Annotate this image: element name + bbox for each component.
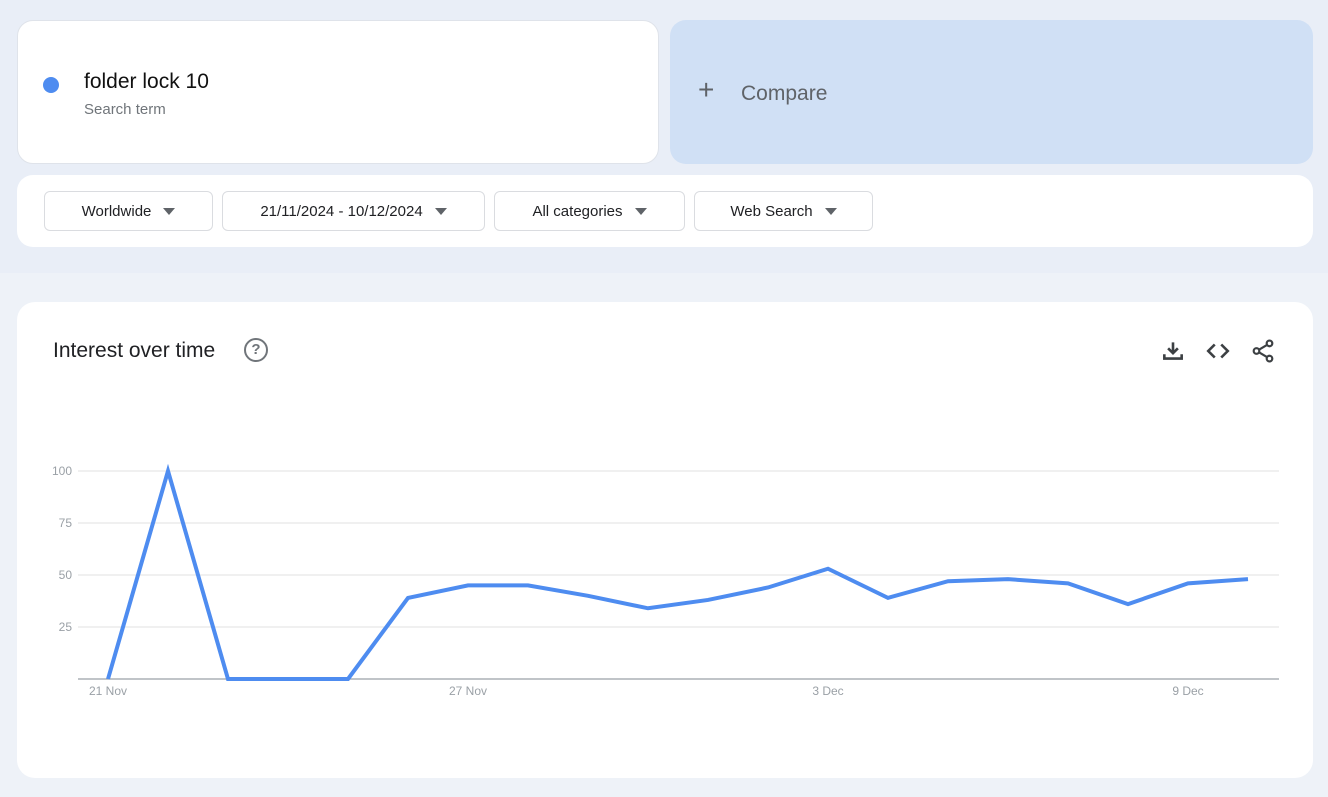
date-range-filter[interactable]: 21/11/2024 - 10/12/2024: [222, 191, 485, 231]
filter-bar: Worldwide 21/11/2024 - 10/12/2024 All ca…: [17, 175, 1313, 247]
category-filter-label: All categories: [532, 202, 623, 220]
y-tick-label: 25: [59, 620, 73, 634]
compare-label: Compare: [741, 82, 828, 105]
y-tick-label: 75: [59, 516, 73, 530]
x-tick-label: 9 Dec: [1172, 684, 1203, 698]
caret-down-icon: [824, 207, 837, 215]
caret-down-icon: [634, 207, 647, 215]
caret-down-icon: [434, 207, 447, 215]
plus-icon: +: [698, 74, 715, 105]
compare-button[interactable]: + Compare: [670, 20, 1313, 164]
y-tick-label: 50: [59, 568, 73, 582]
search-type-filter-label: Web Search: [730, 202, 813, 220]
date-range-filter-label: 21/11/2024 - 10/12/2024: [260, 202, 423, 220]
x-tick-label: 3 Dec: [812, 684, 843, 698]
search-term-name[interactable]: folder lock 10: [84, 70, 209, 94]
line-chart: 25 50 75 100 21 Nov 27 Nov 3 Dec 9 Dec: [52, 463, 1279, 698]
search-term-subtitle: Search term: [84, 101, 166, 118]
search-term-card[interactable]: folder lock 10 Search term: [17, 20, 659, 164]
y-tick-label: 100: [52, 464, 72, 478]
interest-over-time-panel: Interest over time ? 25 50 75 100 21 Nov 27 N…: [17, 302, 1313, 778]
location-filter[interactable]: Worldwide: [44, 191, 213, 231]
x-tick-label: 21 Nov: [89, 684, 127, 698]
x-tick-label: 27 Nov: [449, 684, 487, 698]
location-filter-label: Worldwide: [81, 202, 152, 220]
search-type-filter[interactable]: Web Search: [694, 191, 873, 231]
caret-down-icon: [163, 207, 176, 215]
category-filter[interactable]: All categories: [494, 191, 685, 231]
series-color-dot: [43, 77, 59, 93]
